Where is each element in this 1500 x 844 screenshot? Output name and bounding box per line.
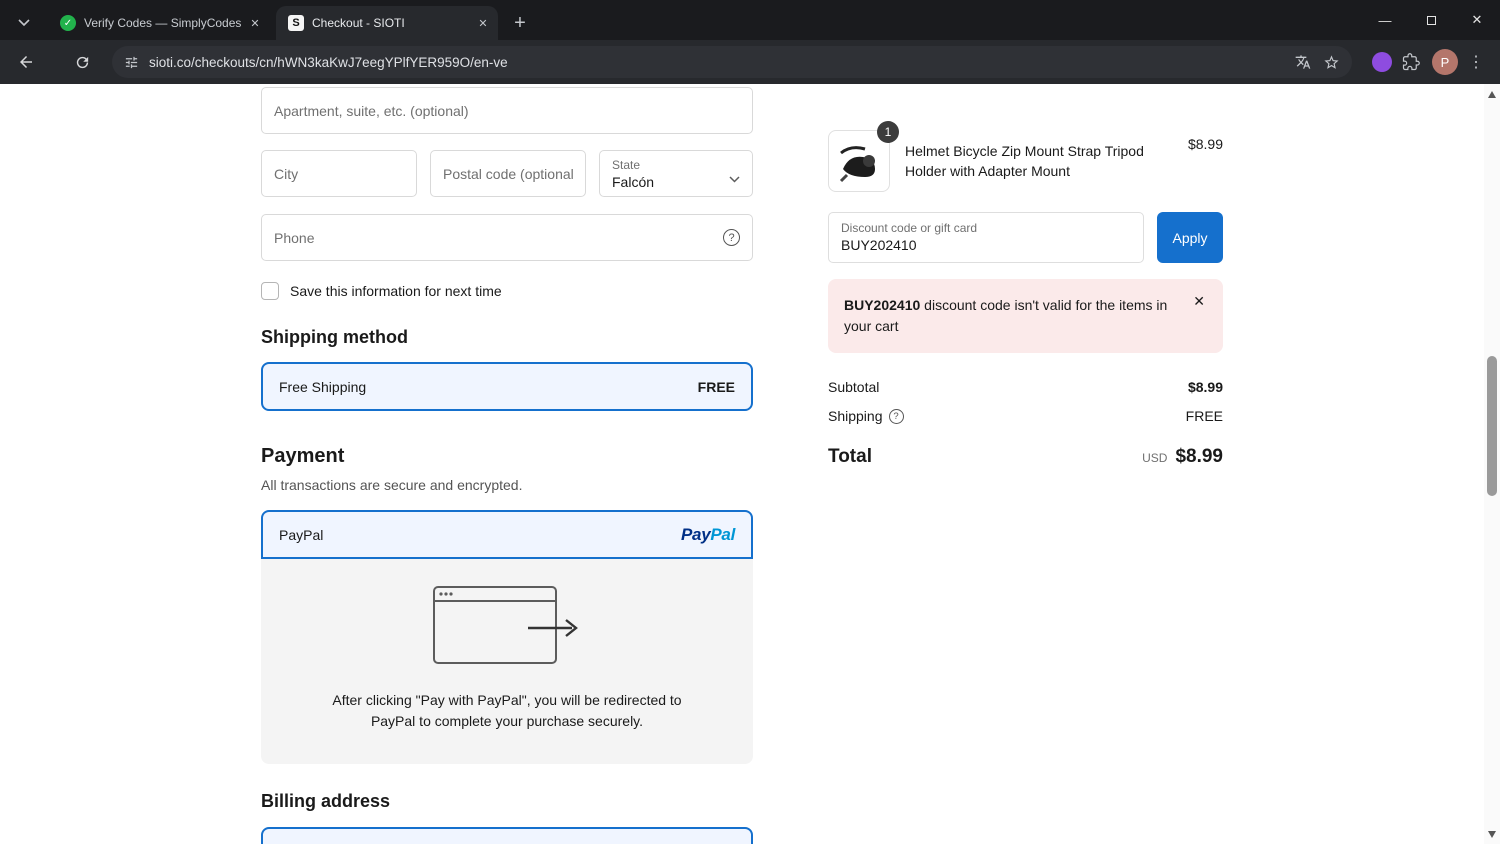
phone-input[interactable] [261,214,753,261]
tab-title: Verify Codes — SimplyCodes [84,16,242,30]
payment-subheading: All transactions are secure and encrypte… [261,477,523,493]
shipping-row: Shipping ? FREE [828,408,1223,424]
redirect-illustration-icon [433,586,578,664]
quantity-badge: 1 [877,121,899,143]
shipping-option-label: Free Shipping [279,378,367,395]
browser-toolbar: sioti.co/checkouts/cn/hWN3kaKwJ7eegYPlfY… [0,40,1500,84]
paypal-method-label: PayPal [279,526,324,543]
save-info-label: Save this information for next time [290,283,502,299]
simplycodes-favicon: ✓ [60,15,76,31]
save-info-checkbox[interactable] [261,282,279,300]
chevron-down-icon [18,19,30,27]
dismiss-error-icon[interactable]: ✕ [1193,293,1205,310]
product-price: $8.99 [1187,136,1223,152]
phone-help-icon[interactable]: ? [723,229,740,246]
paypal-payment-widget: PayPal PayPal After clicking "Pay with P… [261,510,753,764]
paypal-logo-pal: Pal [710,524,735,544]
new-tab-button[interactable]: + [506,9,534,37]
city-input[interactable] [261,150,417,197]
order-summary: 1 Helmet Bicycle Zip Mount Strap Tripod … [828,84,1223,468]
shipping-label: Shipping [828,408,883,424]
tab-search-button[interactable] [10,9,38,37]
profile-avatar[interactable]: P [1432,49,1458,75]
product-thumbnail: 1 [828,121,899,192]
subtotal-value: $8.99 [1187,379,1223,395]
cart-item: 1 Helmet Bicycle Zip Mount Strap Tripod … [828,121,1223,192]
paypal-redirect-panel: After clicking "Pay with PayPal", you wi… [261,559,753,764]
billing-address-heading: Billing address [261,791,391,811]
totals-section: Subtotal $8.99 Shipping ? FREE Total USD… [828,379,1223,468]
tab-strip: ✓ Verify Codes — SimplyCodes ✕ S Checkou… [0,0,1500,40]
tab-title: Checkout - SIOTI [312,16,405,30]
subtotal-row: Subtotal $8.99 [828,379,1223,395]
extensions-puzzle-icon[interactable] [1402,53,1420,71]
state-select[interactable]: State Falcón [599,150,753,197]
maximize-button[interactable] [1408,0,1454,40]
scrollbar-thumb[interactable] [1487,356,1497,496]
tab-close-icon[interactable]: ✕ [474,14,492,32]
translate-icon[interactable] [1295,54,1311,70]
extension-purple-icon[interactable] [1372,52,1392,72]
page-scrollbar[interactable] [1484,84,1500,844]
back-arrow-icon [20,56,32,68]
paypal-logo: PayPal [681,525,735,545]
back-button[interactable] [10,46,42,78]
save-info-row: Save this information for next time [261,282,753,300]
discount-code-input[interactable] [841,235,1131,253]
discount-error-banner: BUY202410 discount code isn't valid for … [828,279,1223,353]
subtotal-label: Subtotal [828,379,880,395]
window-controls: — ✕ [1362,0,1500,40]
product-title: Helmet Bicycle Zip Mount Strap Tripod Ho… [905,143,1144,179]
paypal-redirect-note: After clicking "Pay with PayPal", you wi… [332,692,682,729]
state-select-label: State [612,158,641,172]
state-select-value: Falcón [612,174,655,190]
browser-window: ✓ Verify Codes — SimplyCodes ✕ S Checkou… [0,0,1500,844]
phone-field-wrap: ? [261,214,753,261]
total-value: $8.99 [1175,446,1223,467]
tab-simplycodes[interactable]: ✓ Verify Codes — SimplyCodes ✕ [48,6,270,40]
payment-heading: Payment [261,445,345,467]
billing-address-options: Same as shipping address [261,827,753,844]
maximize-icon [1426,15,1436,25]
same-as-shipping-option[interactable]: Same as shipping address [263,829,751,844]
shipping-value: FREE [1185,408,1223,424]
shipping-method-heading: Shipping method [261,327,408,347]
extension-dot [1372,52,1392,72]
total-row: Total USD $8.99 [828,446,1223,468]
reload-button[interactable] [66,46,98,78]
browser-menu-icon[interactable]: ⋮ [1462,46,1490,78]
currency-code: USD [1142,451,1168,465]
sioti-favicon: S [288,15,304,31]
tab-close-icon[interactable]: ✕ [246,14,264,32]
total-label: Total [828,446,872,467]
apartment-input[interactable] [261,87,753,134]
minimize-button[interactable]: — [1362,0,1408,40]
chevron-down-icon [729,170,740,188]
discount-error-code: BUY202410 [844,297,921,313]
discount-field[interactable]: Discount code or gift card [828,212,1144,263]
paypal-method-option[interactable]: PayPal PayPal [261,510,753,559]
scroll-down-icon[interactable] [1484,826,1500,842]
close-window-button[interactable]: ✕ [1454,0,1500,40]
site-info-icon[interactable] [124,55,139,70]
paypal-logo-pay: Pay [681,524,711,544]
apply-discount-button[interactable]: Apply [1157,212,1223,263]
shipping-help-icon[interactable]: ? [888,408,904,424]
discount-row: Discount code or gift card Apply [828,212,1223,263]
bookmark-star-icon[interactable] [1323,54,1340,71]
city-postal-state-row: State Falcón [261,150,753,197]
checkout-page: State Falcón ? Save this information for… [0,84,1500,844]
discount-field-label: Discount code or gift card [841,221,978,235]
reload-icon [76,56,88,68]
shipping-option-price: FREE [697,378,735,395]
free-shipping-option[interactable]: Free Shipping FREE [261,362,753,411]
checkout-form: State Falcón ? Save this information for… [261,84,753,844]
address-bar[interactable]: sioti.co/checkouts/cn/hWN3kaKwJ7eegYPlfY… [112,46,1352,78]
scroll-up-icon[interactable] [1484,86,1500,102]
postal-code-input[interactable] [430,150,586,197]
tab-checkout-sioti[interactable]: S Checkout - SIOTI ✕ [276,6,498,40]
url-text: sioti.co/checkouts/cn/hWN3kaKwJ7eegYPlfY… [149,54,508,70]
